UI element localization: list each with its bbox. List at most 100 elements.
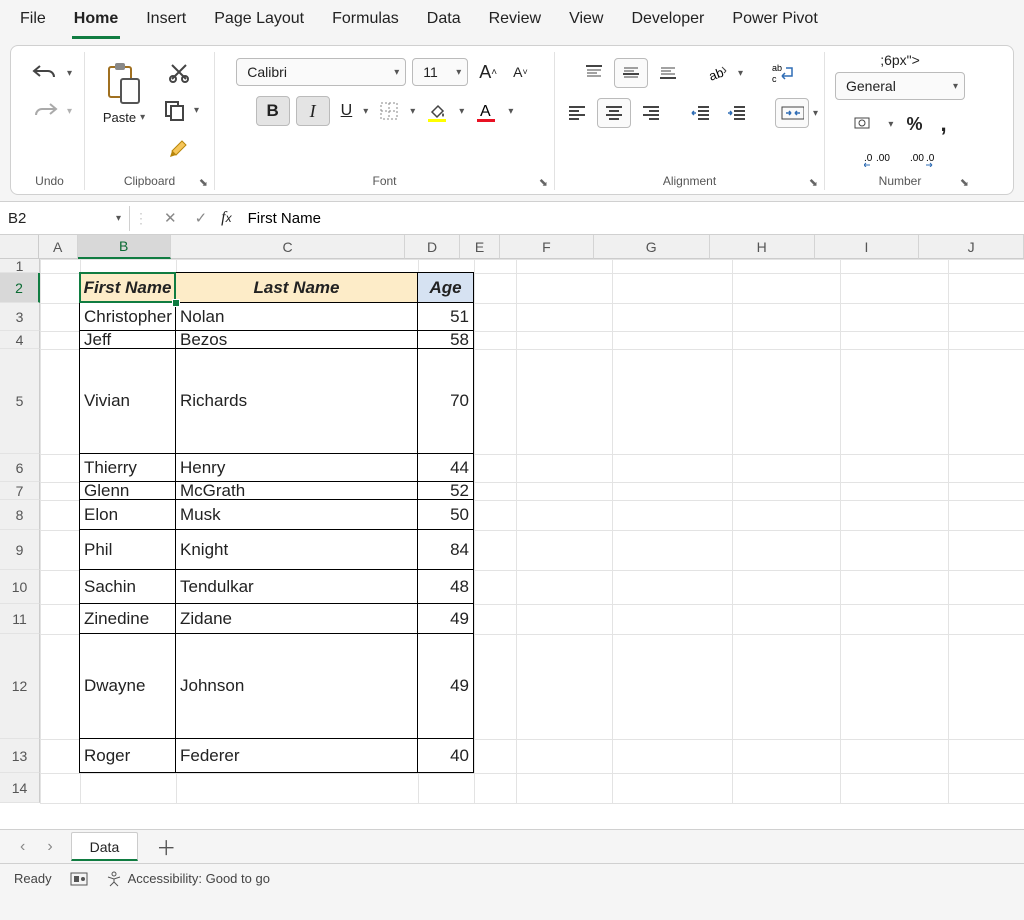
wrap-text-button[interactable]: abc — [765, 59, 801, 87]
cell-first-12[interactable]: Roger — [79, 738, 176, 773]
decrease-decimal-button[interactable]: .00.0 — [905, 148, 941, 170]
percent-button[interactable]: % — [901, 111, 927, 138]
align-top-button[interactable] — [578, 60, 610, 86]
borders-button[interactable] — [374, 98, 404, 124]
comma-button[interactable]: , — [935, 108, 951, 140]
cell-first-8[interactable]: Phil — [79, 529, 176, 570]
select-all-corner[interactable] — [0, 235, 39, 259]
formula-input[interactable] — [240, 206, 1024, 231]
row-header-10[interactable]: 10 — [0, 570, 40, 604]
cell-last-10[interactable]: Zidane — [175, 603, 418, 634]
row-header-4[interactable]: 4 — [0, 331, 40, 349]
align-middle-button[interactable] — [614, 58, 648, 88]
cell-last-2[interactable]: Nolan — [175, 302, 418, 331]
name-box[interactable]: B2 ▾ — [0, 206, 130, 231]
cell-last-3[interactable]: Bezos — [175, 330, 418, 349]
cell-last-8[interactable]: Knight — [175, 529, 418, 570]
font-color-button[interactable]: A — [470, 97, 502, 125]
font-size-combo[interactable]: 11▾ — [412, 58, 468, 86]
col-header-H[interactable]: H — [710, 235, 815, 259]
fill-handle[interactable] — [172, 299, 180, 307]
increase-indent-button[interactable] — [721, 101, 753, 125]
cell-age-6[interactable]: 52 — [417, 481, 474, 500]
font-launcher[interactable]: ⬊ — [539, 176, 548, 189]
cell-last-11[interactable]: Johnson — [175, 633, 418, 739]
align-bottom-button[interactable] — [652, 60, 684, 86]
cell-age-9[interactable]: 48 — [417, 569, 474, 604]
number-format-combo[interactable]: General▾ — [835, 72, 965, 100]
cut-button[interactable] — [163, 58, 195, 86]
col-header-D[interactable]: D — [405, 235, 459, 259]
cell-first-2[interactable]: Christopher — [79, 302, 176, 331]
tab-power-pivot[interactable]: Power Pivot — [730, 6, 819, 39]
chevron-down-icon[interactable]: ▾ — [67, 68, 72, 79]
increase-decimal-button[interactable]: .0.00 — [859, 148, 895, 170]
row-header-2[interactable]: 2 — [0, 273, 40, 303]
cell-header-last[interactable]: Last Name — [175, 272, 418, 303]
tab-view[interactable]: View — [567, 6, 605, 39]
orientation-button[interactable]: ab — [702, 60, 734, 86]
row-header-12[interactable]: 12 — [0, 634, 40, 739]
italic-button[interactable]: I — [296, 96, 330, 126]
align-left-button[interactable] — [561, 101, 593, 125]
row-header-14[interactable]: 14 — [0, 773, 40, 803]
chevron-down-icon[interactable]: ▾ — [363, 106, 368, 117]
decrease-indent-button[interactable] — [685, 101, 717, 125]
format-painter-button[interactable] — [163, 134, 195, 162]
fill-color-button[interactable] — [421, 97, 453, 125]
cell-first-6[interactable]: Glenn — [79, 481, 176, 500]
row-header-8[interactable]: 8 — [0, 500, 40, 530]
merge-center-button[interactable] — [775, 98, 809, 128]
cell-last-4[interactable]: Richards — [175, 348, 418, 454]
col-header-E[interactable]: E — [460, 235, 501, 259]
accounting-format-button[interactable] — [848, 112, 880, 136]
cell-age-11[interactable]: 49 — [417, 633, 474, 739]
sheet-nav-next[interactable]: › — [43, 838, 56, 856]
tab-developer[interactable]: Developer — [629, 6, 706, 39]
cell-first-9[interactable]: Sachin — [79, 569, 176, 604]
row-header-5[interactable]: 5 — [0, 349, 40, 454]
cell-header-age[interactable]: Age — [417, 272, 474, 303]
cancel-formula-button[interactable]: ✕ — [160, 209, 181, 227]
cell-last-5[interactable]: Henry — [175, 453, 418, 482]
cell-age-5[interactable]: 44 — [417, 453, 474, 482]
col-header-B[interactable]: B — [78, 235, 171, 259]
cell-first-7[interactable]: Elon — [79, 499, 176, 530]
cell-first-5[interactable]: Thierry — [79, 453, 176, 482]
cell-first-3[interactable]: Jeff — [79, 330, 176, 349]
align-right-button[interactable] — [635, 101, 667, 125]
new-sheet-button[interactable]: ＋ — [152, 832, 180, 861]
col-header-I[interactable]: I — [815, 235, 920, 259]
cell-header-first[interactable]: First Name — [79, 272, 176, 303]
cell-age-3[interactable]: 58 — [417, 330, 474, 349]
fx-icon[interactable]: fx — [221, 209, 231, 227]
tab-insert[interactable]: Insert — [144, 6, 188, 39]
cell-last-6[interactable]: McGrath — [175, 481, 418, 500]
bold-button[interactable]: B — [256, 96, 290, 126]
accept-formula-button[interactable]: ✓ — [191, 209, 212, 227]
col-header-A[interactable]: A — [39, 235, 78, 259]
cell-age-10[interactable]: 49 — [417, 603, 474, 634]
cell-age-4[interactable]: 70 — [417, 348, 474, 454]
row-header-3[interactable]: 3 — [0, 303, 40, 331]
accessibility-status[interactable]: Accessibility: Good to go — [106, 871, 270, 887]
number-launcher[interactable]: ⬊ — [960, 176, 969, 189]
row-header-6[interactable]: 6 — [0, 454, 40, 482]
chevron-down-icon[interactable]: ▾ — [813, 108, 818, 119]
cell-first-11[interactable]: Dwayne — [79, 633, 176, 739]
row-header-9[interactable]: 9 — [0, 530, 40, 570]
align-center-button[interactable] — [597, 98, 631, 128]
col-header-J[interactable]: J — [919, 235, 1024, 259]
cell-first-4[interactable]: Vivian — [79, 348, 176, 454]
alignment-launcher[interactable]: ⬊ — [809, 176, 818, 189]
chevron-down-icon[interactable]: ▾ — [67, 106, 72, 117]
redo-button[interactable] — [27, 98, 63, 124]
chevron-down-icon[interactable]: ▾ — [888, 119, 893, 130]
underline-button[interactable]: U — [336, 99, 358, 123]
col-header-F[interactable]: F — [500, 235, 593, 259]
cell-age-12[interactable]: 40 — [417, 738, 474, 773]
worksheet-grid[interactable]: ABCDEFGHIJ 1234567891011121314 First Nam… — [0, 235, 1024, 829]
tab-file[interactable]: File — [18, 6, 48, 39]
cell-first-10[interactable]: Zinedine — [79, 603, 176, 634]
cell-age-2[interactable]: 51 — [417, 302, 474, 331]
